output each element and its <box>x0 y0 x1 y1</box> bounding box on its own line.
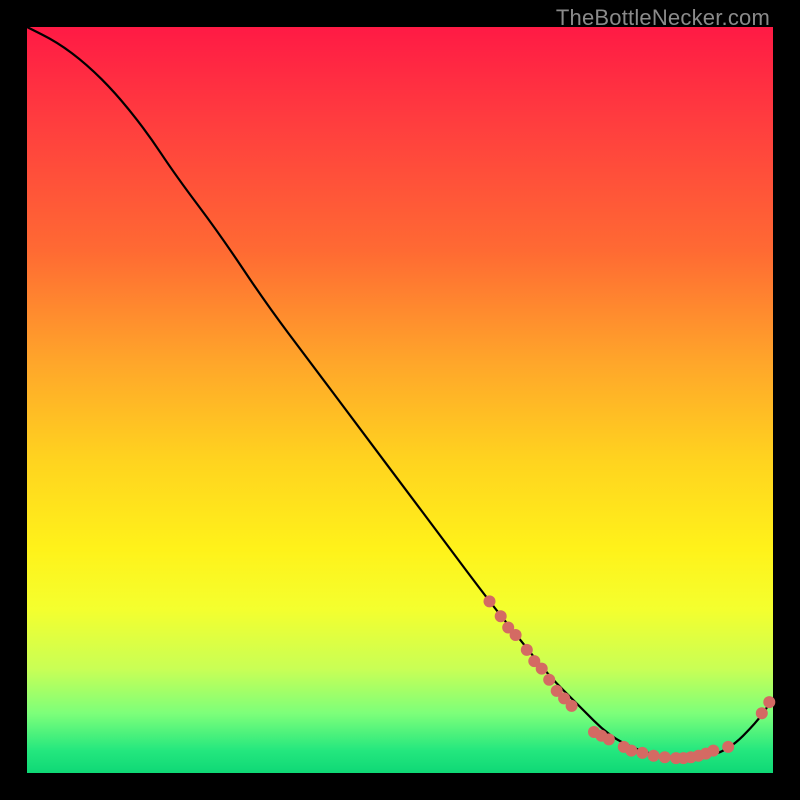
chart-stage: TheBottleNecker.com <box>0 0 800 800</box>
chart-marker <box>722 741 734 753</box>
chart-overlay <box>27 27 773 773</box>
chart-marker <box>484 595 496 607</box>
chart-curve <box>27 27 773 758</box>
chart-marker <box>707 745 719 757</box>
chart-marker <box>603 733 615 745</box>
chart-marker <box>636 747 648 759</box>
chart-marker <box>566 700 578 712</box>
chart-marker <box>521 644 533 656</box>
chart-markers <box>484 595 776 764</box>
chart-marker <box>536 663 548 675</box>
chart-marker <box>625 745 637 757</box>
chart-marker <box>756 707 768 719</box>
chart-marker <box>648 750 660 762</box>
chart-marker <box>543 674 555 686</box>
chart-marker <box>763 696 775 708</box>
chart-marker <box>510 629 522 641</box>
chart-marker <box>659 751 671 763</box>
chart-marker <box>495 610 507 622</box>
